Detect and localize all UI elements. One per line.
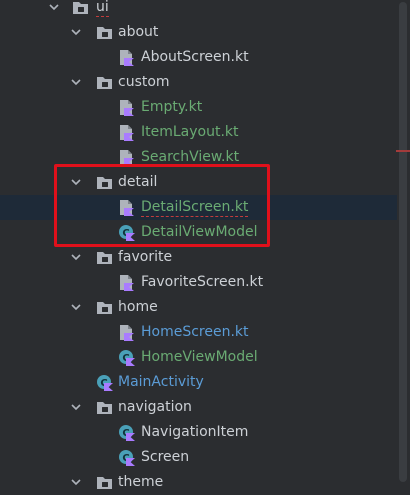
tree-item-itemlayout-kt[interactable]: ItemLayout.kt bbox=[0, 120, 397, 145]
chevron-down-icon[interactable] bbox=[70, 251, 82, 263]
tree-item-label: home bbox=[118, 299, 158, 315]
kotlin-file-icon bbox=[118, 324, 135, 341]
chevron-down-icon[interactable] bbox=[48, 1, 60, 13]
tree-item-screen[interactable]: C Screen bbox=[0, 445, 397, 470]
chevron-down-icon[interactable] bbox=[70, 26, 82, 38]
tree-item-label: AboutScreen.kt bbox=[141, 49, 249, 65]
error-stripe-marker[interactable] bbox=[396, 150, 410, 152]
folder-icon bbox=[96, 249, 113, 266]
tree-item-favorite[interactable]: favorite bbox=[0, 245, 397, 270]
kotlin-class-icon: C bbox=[118, 424, 135, 441]
chevron-down-icon[interactable] bbox=[70, 76, 82, 88]
tree-item-mainactivity[interactable]: C MainActivity bbox=[0, 370, 397, 395]
tree-item-label: Empty.kt bbox=[141, 99, 203, 115]
highlight-annotation bbox=[54, 164, 270, 247]
tree-item-homeviewmodel[interactable]: C HomeViewModel bbox=[0, 345, 397, 370]
tree-item-theme[interactable]: theme bbox=[0, 470, 397, 495]
tree-item-label: ui bbox=[96, 0, 109, 17]
folder-icon bbox=[96, 299, 113, 316]
tree-item-label: Screen bbox=[141, 449, 190, 465]
folder-icon bbox=[96, 399, 113, 416]
tree-item-ui[interactable]: ui bbox=[0, 0, 397, 20]
tree-item-label: NavigationItem bbox=[141, 424, 249, 440]
tree-item-homescreen-kt[interactable]: HomeScreen.kt bbox=[0, 320, 397, 345]
kotlin-file-icon bbox=[118, 274, 135, 291]
tree-item-label: HomeViewModel bbox=[141, 349, 258, 365]
tree-item-label: favorite bbox=[118, 249, 173, 265]
tree-item-label: HomeScreen.kt bbox=[141, 324, 249, 340]
tree-item-label: ItemLayout.kt bbox=[141, 124, 239, 140]
chevron-down-icon[interactable] bbox=[70, 401, 82, 413]
tree-item-label: custom bbox=[118, 74, 170, 90]
tree-item-empty-kt[interactable]: Empty.kt bbox=[0, 95, 397, 120]
folder-icon bbox=[96, 24, 113, 41]
folder-icon bbox=[72, 0, 89, 16]
tree-item-about[interactable]: about bbox=[0, 20, 397, 45]
tree-item-label: MainActivity bbox=[118, 374, 204, 390]
folder-icon bbox=[96, 74, 113, 91]
kotlin-file-icon bbox=[118, 124, 135, 141]
kotlin-class-icon: C bbox=[96, 374, 113, 391]
tree-item-label: FavoriteScreen.kt bbox=[141, 274, 264, 290]
tree-item-home[interactable]: home bbox=[0, 295, 397, 320]
kotlin-class-icon: C bbox=[118, 349, 135, 366]
chevron-down-icon[interactable] bbox=[70, 301, 82, 313]
tree-item-favoritescreen-kt[interactable]: FavoriteScreen.kt bbox=[0, 270, 397, 295]
tree-item-navigation[interactable]: navigation bbox=[0, 395, 397, 420]
tree-item-navigationitem[interactable]: C NavigationItem bbox=[0, 420, 397, 445]
tree-item-label: theme bbox=[118, 474, 164, 490]
tree-item-custom[interactable]: custom bbox=[0, 70, 397, 95]
kotlin-file-icon bbox=[118, 49, 135, 66]
kotlin-file-icon bbox=[118, 99, 135, 116]
kotlin-class-icon: C bbox=[118, 449, 135, 466]
tree-item-label: about bbox=[118, 24, 159, 40]
tree-item-label: navigation bbox=[118, 399, 192, 415]
scrollbar-thumb[interactable] bbox=[399, 2, 407, 482]
folder-icon bbox=[96, 474, 113, 491]
chevron-down-icon[interactable] bbox=[70, 476, 82, 488]
tree-item-aboutscreen-kt[interactable]: AboutScreen.kt bbox=[0, 45, 397, 70]
